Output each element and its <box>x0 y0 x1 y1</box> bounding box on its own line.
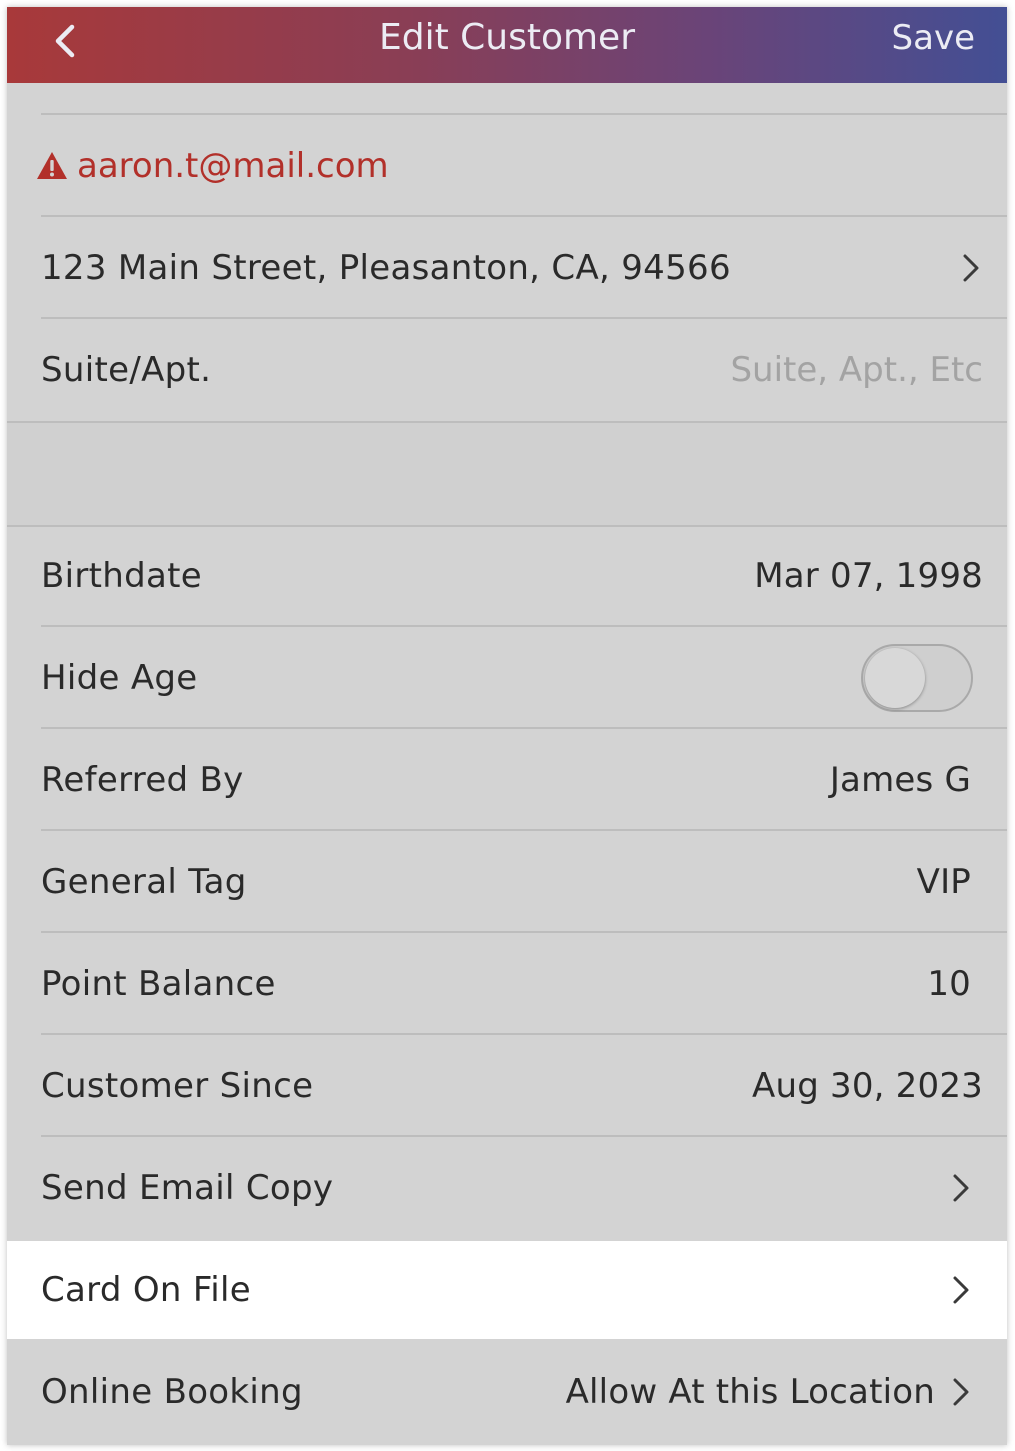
customer-since-row: Customer Since Aug 30, 2023 <box>7 1035 1007 1137</box>
point-balance-label: Point Balance <box>41 964 276 1004</box>
navigation-bar: Edit Customer Save <box>7 7 1007 83</box>
address-row[interactable]: 123 Main Street, Pleasanton, CA, 94566 <box>7 217 1007 319</box>
chevron-right-icon <box>951 1376 973 1408</box>
hide-age-toggle[interactable] <box>861 644 973 712</box>
send-email-copy-label: Send Email Copy <box>41 1168 334 1208</box>
page-title: Edit Customer <box>378 17 636 58</box>
suite-apt-label: Suite/Apt. <box>41 350 212 390</box>
customer-since-label: Customer Since <box>41 1066 314 1106</box>
card-on-file-row[interactable]: Card On File <box>7 1241 1007 1339</box>
birthdate-label: Birthdate <box>41 556 202 596</box>
referred-by-row[interactable]: Referred By James G <box>7 729 1007 831</box>
hide-age-label: Hide Age <box>41 658 198 698</box>
address-value: 123 Main Street, Pleasanton, CA, 94566 <box>41 248 731 288</box>
chevron-right-icon <box>961 252 983 284</box>
email-value: aaron.t@mail.com <box>77 146 389 186</box>
online-booking-label: Online Booking <box>41 1372 303 1412</box>
general-tag-row[interactable]: General Tag VIP <box>7 831 1007 933</box>
general-tag-label: General Tag <box>41 862 247 902</box>
chevron-right-icon <box>951 1274 973 1306</box>
email-row[interactable]: aaron.t@mail.com <box>7 115 1007 217</box>
suite-apt-input[interactable]: Suite, Apt., Etc <box>730 350 983 390</box>
referred-by-label: Referred By <box>41 760 244 800</box>
warning-triangle-icon <box>37 152 67 179</box>
birthdate-value: Mar 07, 1998 <box>754 556 983 596</box>
customer-since-value: Aug 30, 2023 <box>751 1066 983 1106</box>
hide-age-row: Hide Age <box>7 627 1007 729</box>
suite-apt-row[interactable]: Suite/Apt. Suite, Apt., Etc <box>7 319 1007 421</box>
edit-customer-screen: Edit Customer Save aaron.t@mail.com 123 … <box>7 7 1007 1445</box>
send-email-copy-row[interactable]: Send Email Copy <box>7 1137 1007 1239</box>
point-balance-row[interactable]: Point Balance 10 <box>7 933 1007 1035</box>
toggle-knob <box>865 648 925 708</box>
online-booking-row[interactable]: Online Booking Allow At this Location <box>7 1341 1007 1443</box>
general-tag-value: VIP <box>916 862 971 902</box>
referred-by-value: James G <box>829 760 971 800</box>
section-spacer <box>7 421 1007 527</box>
back-button[interactable] <box>41 19 89 67</box>
card-on-file-label: Card On File <box>41 1270 251 1310</box>
chevron-left-icon <box>55 24 75 58</box>
point-balance-value: 10 <box>927 964 971 1004</box>
birthdate-row[interactable]: Birthdate Mar 07, 1998 <box>7 525 1007 627</box>
online-booking-value: Allow At this Location <box>565 1372 935 1412</box>
chevron-right-icon <box>951 1172 973 1204</box>
save-button[interactable]: Save <box>892 7 975 69</box>
